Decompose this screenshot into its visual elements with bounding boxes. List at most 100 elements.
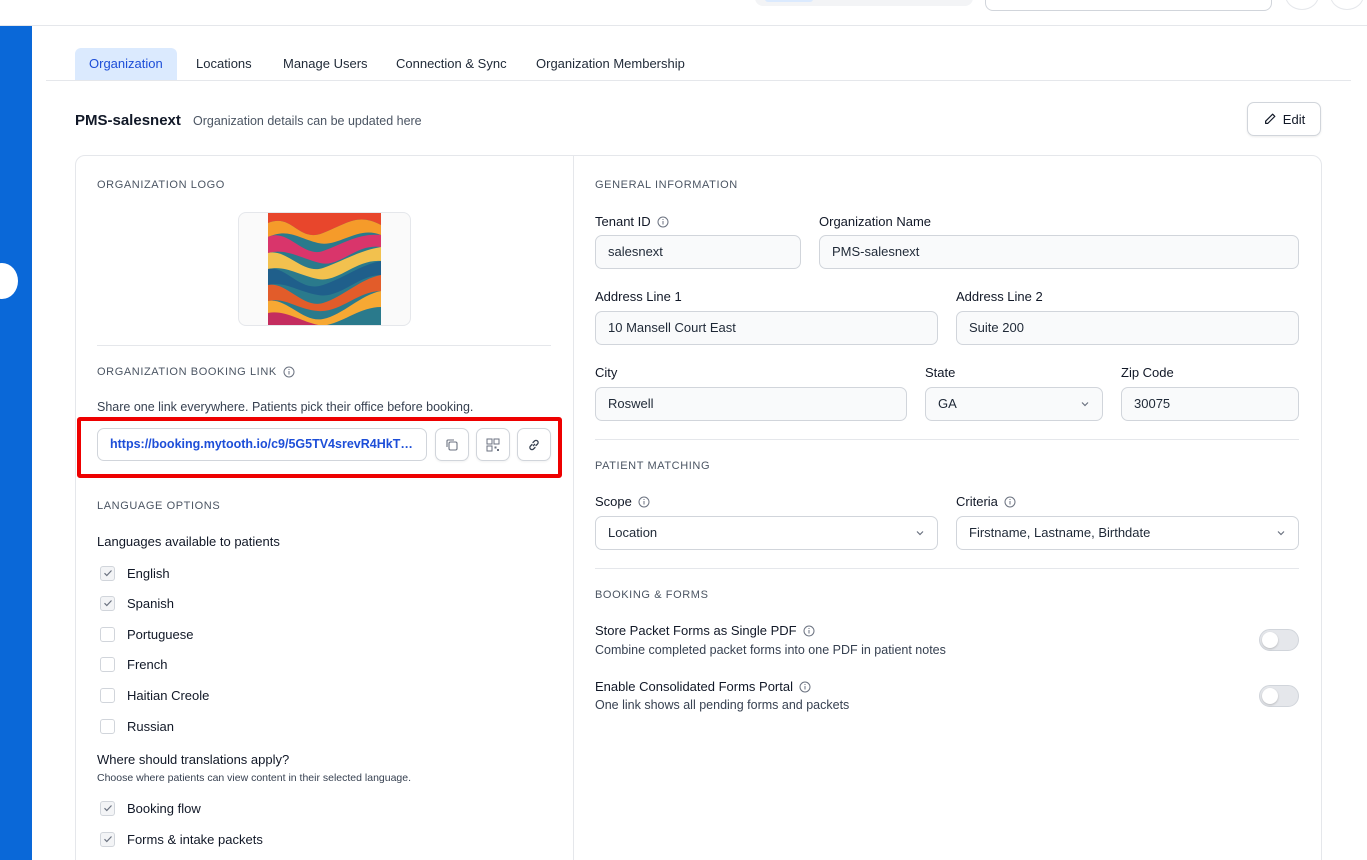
tab-locations[interactable]: Locations [182, 48, 266, 80]
criteria-label-text: Criteria [956, 494, 998, 509]
edit-button[interactable]: Edit [1247, 102, 1321, 136]
checkbox[interactable] [100, 565, 115, 581]
language-option-spanish[interactable]: Spanish [100, 594, 174, 612]
checkmark-icon [103, 805, 112, 812]
scope-select[interactable]: Location [595, 516, 938, 550]
info-icon[interactable] [1004, 496, 1016, 508]
tenant-id-label: Tenant ID [595, 214, 669, 229]
info-icon[interactable] [638, 496, 650, 508]
logo-divider [97, 345, 551, 346]
languages-title: Languages available to patients [97, 534, 280, 549]
booking-link-section-label: ORGANIZATION BOOKING LINK [97, 366, 295, 378]
language-section-label: LANGUAGE OPTIONS [97, 500, 221, 512]
booking-forms-section-label: BOOKING & FORMS [595, 589, 709, 601]
language-label: Portuguese [127, 626, 194, 642]
tab-manage-users[interactable]: Manage Users [269, 48, 382, 80]
edit-button-label: Edit [1282, 111, 1306, 127]
criteria-select-value: Firstname, Lastname, Birthdate [969, 525, 1151, 540]
pencil-icon [1264, 113, 1276, 124]
city-label: City [595, 365, 618, 380]
language-label: Russian [127, 718, 174, 734]
language-option-french[interactable]: French [100, 655, 167, 673]
state-select[interactable]: GA [925, 387, 1103, 421]
booking-link-section-text: ORGANIZATION BOOKING LINK [97, 366, 277, 378]
language-label: French [127, 656, 168, 672]
general-divider [595, 439, 1299, 440]
checkbox[interactable] [100, 687, 115, 703]
state-label: State [925, 365, 956, 380]
checkbox[interactable] [100, 656, 115, 672]
language-option-russian[interactable]: Russian [100, 717, 174, 735]
consolidated-portal-description: One link shows all pending forms and pac… [595, 698, 850, 712]
info-icon[interactable] [799, 681, 811, 693]
info-icon[interactable] [657, 216, 669, 228]
info-icon[interactable] [803, 625, 815, 637]
general-section-label: GENERAL INFORMATION [595, 179, 738, 191]
sidebar [0, 26, 32, 860]
tab-connection-sync[interactable]: Connection & Sync [382, 48, 521, 80]
chevron-down-icon [1081, 402, 1089, 407]
city-field[interactable]: Roswell [595, 387, 907, 421]
settings-tabs: Organization Locations Manage Users Conn… [46, 48, 1351, 81]
address1-label: Address Line 1 [595, 289, 682, 304]
checkmark-icon [103, 836, 112, 843]
single-pdf-toggle[interactable] [1259, 629, 1299, 651]
single-pdf-description: Combine completed packet forms into one … [595, 643, 946, 657]
consolidated-portal-title: Enable Consolidated Forms Portal [595, 679, 811, 694]
page-title: PMS-salesnext [75, 112, 181, 129]
single-pdf-title-text: Store Packet Forms as Single PDF [595, 623, 797, 638]
checkmark-icon [103, 570, 112, 577]
top-bar [0, 0, 1367, 26]
matching-divider [595, 568, 1299, 569]
translation-label: Booking flow [127, 800, 201, 816]
consolidated-portal-toggle[interactable] [1259, 685, 1299, 707]
checkbox[interactable] [100, 626, 115, 642]
translation-option-booking-flow[interactable]: Booking flow [100, 799, 201, 817]
sidebar-toggle-handle[interactable] [0, 263, 18, 299]
org-name-field[interactable]: PMS-salesnext [819, 235, 1299, 269]
language-label: Spanish [127, 595, 174, 611]
highlight-annotation [77, 417, 562, 478]
chevron-down-icon [916, 531, 924, 536]
address1-field[interactable]: 10 Mansell Court East [595, 311, 938, 345]
address2-field[interactable]: Suite 200 [956, 311, 1299, 345]
state-select-value: GA [938, 396, 957, 411]
checkbox[interactable] [100, 595, 115, 611]
zip-field[interactable]: 30075 [1121, 387, 1299, 421]
consolidated-portal-title-text: Enable Consolidated Forms Portal [595, 679, 793, 694]
info-icon[interactable] [283, 366, 295, 378]
language-option-english[interactable]: English [100, 564, 170, 582]
booking-link-help: Share one link everywhere. Patients pick… [97, 400, 474, 414]
top-search-input[interactable] [985, 0, 1272, 11]
tenant-id-field[interactable]: salesnext [595, 235, 801, 269]
zip-label: Zip Code [1121, 365, 1174, 380]
language-option-haitian-creole[interactable]: Haitian Creole [100, 686, 209, 704]
page-subtitle: Organization details can be updated here [193, 114, 422, 128]
checkbox[interactable] [100, 718, 115, 734]
scope-label: Scope [595, 494, 650, 509]
single-pdf-title: Store Packet Forms as Single PDF [595, 623, 815, 638]
tenant-id-label-text: Tenant ID [595, 214, 651, 229]
matching-section-label: PATIENT MATCHING [595, 460, 711, 472]
translations-title: Where should translations apply? [97, 752, 290, 767]
top-segmented-control[interactable] [755, 0, 973, 6]
toggle-knob [1262, 632, 1278, 648]
tab-organization[interactable]: Organization [75, 48, 177, 80]
checkbox[interactable] [100, 800, 115, 816]
language-label: English [127, 565, 170, 581]
toggle-knob [1262, 688, 1278, 704]
tab-organization-membership[interactable]: Organization Membership [522, 48, 699, 80]
scope-select-value: Location [608, 525, 658, 540]
organization-logo[interactable] [238, 212, 411, 326]
checkbox[interactable] [100, 831, 115, 847]
notification-icon-button[interactable] [1285, 0, 1319, 10]
checkmark-icon [103, 600, 112, 607]
avatar[interactable] [1330, 0, 1364, 10]
language-option-portuguese[interactable]: Portuguese [100, 625, 194, 643]
chevron-down-icon [1277, 531, 1285, 536]
top-segment-active[interactable] [765, 0, 813, 2]
language-label: Haitian Creole [127, 687, 210, 703]
criteria-select[interactable]: Firstname, Lastname, Birthdate [956, 516, 1299, 550]
translation-option-forms[interactable]: Forms & intake packets [100, 830, 263, 848]
org-name-label: Organization Name [819, 214, 931, 229]
